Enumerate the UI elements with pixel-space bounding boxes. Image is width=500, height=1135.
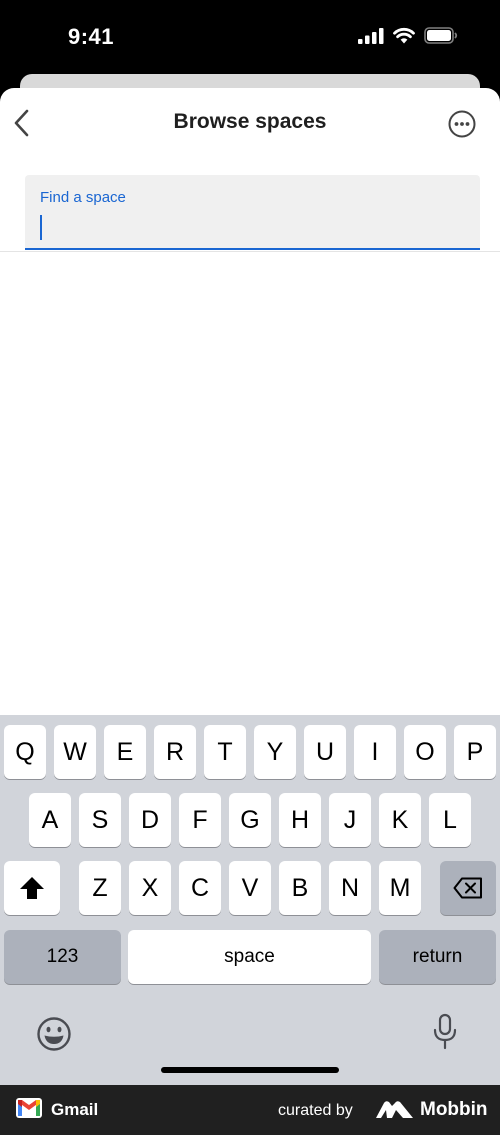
home-indicator xyxy=(161,1067,339,1073)
status-icons xyxy=(358,27,458,44)
page-title: Browse spaces xyxy=(173,110,327,133)
key-v[interactable]: V xyxy=(229,861,271,915)
microphone-icon[interactable] xyxy=(432,1013,458,1051)
backspace-icon xyxy=(453,877,482,899)
return-key[interactable]: return xyxy=(379,930,496,984)
battery-icon xyxy=(424,27,458,44)
key-c[interactable]: C xyxy=(179,861,221,915)
key-p[interactable]: P xyxy=(454,725,496,779)
search-input[interactable]: Find a space xyxy=(25,175,480,250)
text-cursor xyxy=(40,215,42,240)
wifi-icon xyxy=(393,28,415,44)
key-s[interactable]: S xyxy=(79,793,121,847)
key-i[interactable]: I xyxy=(354,725,396,779)
key-a[interactable]: A xyxy=(29,793,71,847)
key-f[interactable]: F xyxy=(179,793,221,847)
attribution-footer: Gmail curated by Mobbin xyxy=(0,1085,500,1135)
key-r[interactable]: R xyxy=(154,725,196,779)
key-h[interactable]: H xyxy=(279,793,321,847)
key-b[interactable]: B xyxy=(279,861,321,915)
key-m[interactable]: M xyxy=(379,861,421,915)
footer-brand: Mobbin xyxy=(420,1099,488,1120)
key-z[interactable]: Z xyxy=(79,861,121,915)
key-o[interactable]: O xyxy=(404,725,446,779)
mobbin-logo-icon xyxy=(376,1101,413,1118)
key-e[interactable]: E xyxy=(104,725,146,779)
space-key[interactable]: space xyxy=(128,930,371,984)
key-j[interactable]: J xyxy=(329,793,371,847)
shift-key[interactable] xyxy=(4,861,60,915)
key-n[interactable]: N xyxy=(329,861,371,915)
cellular-signal-icon xyxy=(358,27,384,44)
footer-curated-by: curated by xyxy=(278,1102,353,1119)
footer-app-name: Gmail xyxy=(51,1100,99,1119)
backspace-key[interactable] xyxy=(440,861,496,915)
key-t[interactable]: T xyxy=(204,725,246,779)
key-w[interactable]: W xyxy=(54,725,96,779)
keyboard: Q W E R T Y U I O P A S D F G H J K L Z … xyxy=(0,715,500,1085)
key-k[interactable]: K xyxy=(379,793,421,847)
key-g[interactable]: G xyxy=(229,793,271,847)
key-l[interactable]: L xyxy=(429,793,471,847)
emoji-icon[interactable] xyxy=(36,1016,72,1052)
divider xyxy=(0,251,500,252)
key-u[interactable]: U xyxy=(304,725,346,779)
search-label: Find a space xyxy=(40,189,126,206)
gmail-logo-icon xyxy=(16,1098,42,1118)
status-bar: 9:41 xyxy=(0,0,500,75)
more-options-button[interactable] xyxy=(447,109,477,139)
key-q[interactable]: Q xyxy=(4,725,46,779)
browse-spaces-sheet: Browse spaces Find a space xyxy=(0,88,500,715)
shift-icon xyxy=(20,877,44,899)
status-time: 9:41 xyxy=(68,24,115,49)
key-x[interactable]: X xyxy=(129,861,171,915)
key-d[interactable]: D xyxy=(129,793,171,847)
numbers-key[interactable]: 123 xyxy=(4,930,121,984)
more-horizontal-icon xyxy=(448,110,476,138)
key-y[interactable]: Y xyxy=(254,725,296,779)
